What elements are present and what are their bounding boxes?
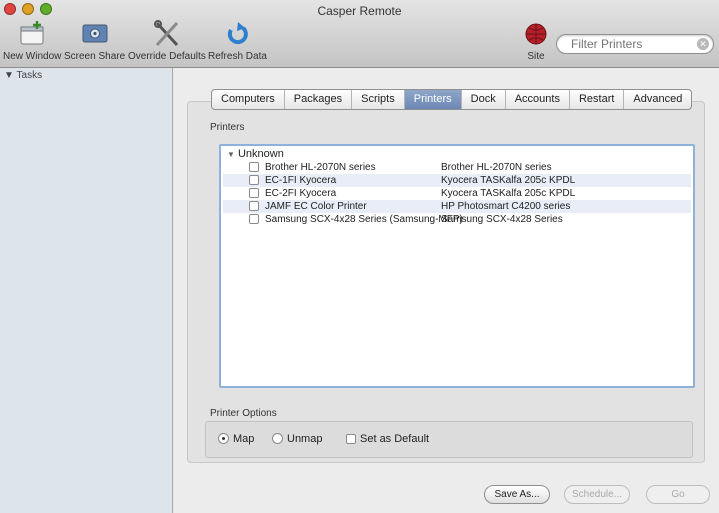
refresh-data-label: Refresh Data bbox=[208, 51, 267, 62]
list-item[interactable]: JAMF EC Color Printer HP Photosmart C420… bbox=[223, 200, 691, 213]
printer-name: EC-2FI Kyocera bbox=[265, 188, 337, 199]
override-tools-icon bbox=[153, 20, 179, 47]
printer-checkbox[interactable] bbox=[249, 214, 259, 224]
unmap-radio[interactable]: Unmap bbox=[272, 433, 322, 445]
printers-list[interactable]: ▼ Unknown Brother HL-2070N series Brothe… bbox=[219, 144, 695, 388]
printer-checkbox[interactable] bbox=[249, 162, 259, 172]
new-window-button[interactable]: New Window bbox=[3, 20, 61, 62]
tab-bar: Computers Packages Scripts Printers Dock… bbox=[211, 89, 693, 110]
sidebar: ▼ Tasks bbox=[0, 68, 173, 513]
site-globe-icon bbox=[525, 23, 547, 45]
unmap-radio-label: Unmap bbox=[287, 433, 323, 445]
set-as-default-checkbox[interactable]: Set as Default bbox=[346, 433, 429, 445]
tab-advanced[interactable]: Advanced bbox=[624, 90, 691, 109]
window-title: Casper Remote bbox=[317, 4, 402, 18]
refresh-data-button[interactable]: Refresh Data bbox=[208, 20, 267, 62]
printer-checkbox[interactable] bbox=[249, 188, 259, 198]
disclosure-triangle-icon: ▼ bbox=[227, 150, 235, 159]
screen-share-label: Screen Share bbox=[64, 51, 126, 62]
refresh-icon bbox=[228, 22, 249, 45]
window-toolbar: Casper Remote New Window Screen Share Ov… bbox=[0, 0, 719, 68]
printer-name: Samsung SCX-4x28 Series (Samsung-MFP) bbox=[265, 214, 463, 225]
set-as-default-label: Set as Default bbox=[360, 433, 430, 445]
printer-name: EC-1FI Kyocera bbox=[265, 175, 337, 186]
list-item[interactable]: EC-1FI Kyocera Kyocera TASKalfa 205c KPD… bbox=[223, 174, 691, 187]
printer-model: Brother HL-2070N series bbox=[441, 162, 552, 173]
sidebar-header-label: Tasks bbox=[16, 70, 43, 81]
printer-model: Kyocera TASKalfa 205c KPDL bbox=[441, 188, 576, 199]
new-window-label: New Window bbox=[3, 51, 62, 62]
group-unknown[interactable]: ▼ Unknown bbox=[227, 148, 284, 160]
printer-checkbox[interactable] bbox=[249, 201, 259, 211]
screen-share-icon bbox=[82, 24, 108, 43]
override-defaults-label: Override Defaults bbox=[128, 51, 206, 62]
printer-options-label: Printer Options bbox=[210, 408, 277, 419]
printers-section-label: Printers bbox=[210, 122, 245, 133]
printer-name: JAMF EC Color Printer bbox=[265, 201, 367, 212]
printer-model: Samsung SCX-4x28 Series bbox=[441, 214, 563, 225]
filter-printers-input[interactable] bbox=[571, 36, 691, 52]
printer-options-panel: Map Unmap Set as Default bbox=[205, 421, 693, 458]
checkbox-icon bbox=[346, 434, 356, 444]
tab-scripts[interactable]: Scripts bbox=[352, 90, 405, 109]
tab-accounts[interactable]: Accounts bbox=[506, 90, 570, 109]
site-button[interactable]: Site bbox=[522, 20, 550, 62]
printer-model: Kyocera TASKalfa 205c KPDL bbox=[441, 175, 576, 186]
list-item[interactable]: EC-2FI Kyocera Kyocera TASKalfa 205c KPD… bbox=[223, 187, 691, 200]
schedule-button[interactable]: Schedule... bbox=[564, 485, 630, 504]
go-button[interactable]: Go bbox=[646, 485, 710, 504]
filter-printers-field[interactable]: ✕ bbox=[556, 34, 714, 54]
radio-selected-icon bbox=[218, 433, 229, 444]
disclosure-triangle-icon: ▼ bbox=[4, 70, 14, 81]
list-item[interactable]: Brother HL-2070N series Brother HL-2070N… bbox=[223, 161, 691, 174]
main-panel: Computers Packages Scripts Printers Dock… bbox=[174, 68, 719, 513]
tab-dock[interactable]: Dock bbox=[462, 90, 506, 109]
override-defaults-button[interactable]: Override Defaults bbox=[128, 20, 206, 62]
radio-icon bbox=[272, 433, 283, 444]
screen-share-button[interactable]: Screen Share bbox=[64, 20, 125, 62]
tab-restart[interactable]: Restart bbox=[570, 90, 625, 109]
new-window-icon bbox=[20, 21, 44, 45]
site-label: Site bbox=[527, 51, 545, 62]
map-radio-label: Map bbox=[233, 433, 255, 445]
group-label: Unknown bbox=[237, 148, 284, 160]
map-radio[interactable]: Map bbox=[218, 433, 254, 445]
printer-name: Brother HL-2070N series bbox=[265, 162, 376, 173]
printer-model: HP Photosmart C4200 series bbox=[441, 201, 571, 212]
clear-search-icon[interactable]: ✕ bbox=[697, 38, 709, 50]
sidebar-header-tasks[interactable]: ▼ Tasks bbox=[4, 70, 42, 81]
tab-computers[interactable]: Computers bbox=[212, 90, 285, 109]
tab-packages[interactable]: Packages bbox=[285, 90, 353, 109]
printer-checkbox[interactable] bbox=[249, 175, 259, 185]
tab-printers[interactable]: Printers bbox=[404, 90, 462, 109]
list-item[interactable]: Samsung SCX-4x28 Series (Samsung-MFP) Sa… bbox=[223, 213, 691, 226]
save-as-button[interactable]: Save As... bbox=[484, 485, 550, 504]
